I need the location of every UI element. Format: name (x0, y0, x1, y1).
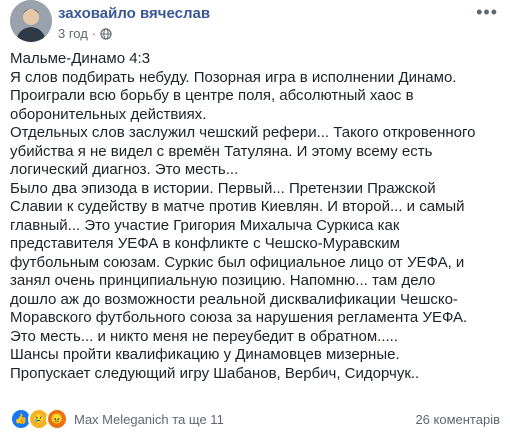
facebook-post: заховайло вячеслав 3 год · ••• Мальме-Ди… (0, 0, 510, 441)
post-meta: 3 год · (58, 26, 112, 41)
post-body: Мальме-Динамо 4:3 Я слов подбирать небуд… (10, 50, 480, 383)
post-paragraph: Было два эпизода в истории. Первый... Пр… (10, 179, 468, 327)
post-paragraph: Мальме-Динамо 4:3 (10, 50, 151, 67)
post-time[interactable]: 3 год (58, 26, 88, 41)
post-paragraph: Я слов подбирать небуду. Позорная игра в… (10, 68, 457, 123)
angry-icon: 😠 (46, 408, 68, 430)
reactions[interactable]: 👍 😢 😠 (10, 408, 68, 430)
post-paragraph: Это месть... и никто меня не переубедит … (10, 327, 399, 345)
post-paragraph: Шансы пройти квалификацию у Динамовцев м… (10, 346, 420, 382)
post-author[interactable]: заховайло вячеслав (58, 5, 210, 22)
reactors-summary[interactable]: Max Meleganich та ще 11 (74, 412, 224, 427)
avatar[interactable] (10, 0, 52, 42)
globe-icon (100, 27, 112, 40)
comments-count[interactable]: 26 коментарів (415, 412, 500, 427)
more-options-icon[interactable]: ••• (476, 2, 498, 23)
post-paragraph: Отдельных слов заслужил чешский рефери..… (10, 124, 476, 178)
post-footer: 👍 😢 😠 Max Meleganich та ще 11 26 комента… (10, 408, 500, 430)
